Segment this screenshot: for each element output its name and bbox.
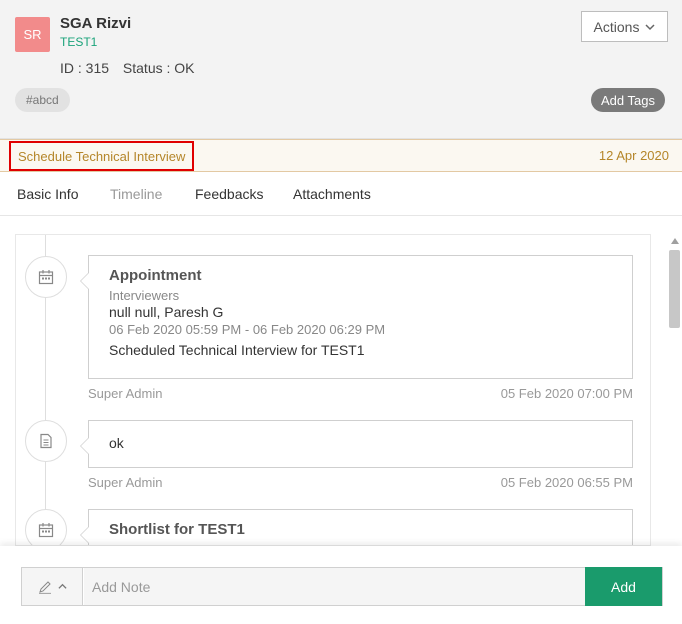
note-type-dropdown[interactable] xyxy=(22,568,83,605)
card-title: Appointment xyxy=(109,267,202,284)
stage-name[interactable]: Schedule Technical Interview xyxy=(9,141,195,171)
appointment-time-range: 06 Feb 2020 05:59 PM - 06 Feb 2020 06:29… xyxy=(109,322,386,337)
calendar-icon xyxy=(25,256,67,298)
tab-bar: Basic Info Timeline Feedbacks Attachment… xyxy=(0,172,682,216)
appointment-card: Appointment Interviewers null null, Pare… xyxy=(80,255,633,379)
tab-basic-info[interactable]: Basic Info xyxy=(17,186,78,202)
card-title: Shortlist for TEST1 xyxy=(109,521,245,538)
stage-date: 12 Apr 2020 xyxy=(598,148,669,163)
add-note-input[interactable] xyxy=(84,568,587,605)
candidate-name: SGA Rizvi xyxy=(60,15,132,32)
tag-chip[interactable]: #abcd xyxy=(15,88,70,112)
pencil-icon xyxy=(38,580,51,594)
interviewers-label: Interviewers xyxy=(109,288,180,303)
shortlist-card: Shortlist for TEST1 xyxy=(80,509,633,545)
candidate-header: SR SGA Rizvi TEST1 ID : 315 Status : OK … xyxy=(0,0,682,139)
chevron-up-icon xyxy=(57,583,67,589)
actions-button[interactable]: Actions xyxy=(581,11,668,42)
candidate-meta: ID : 315 Status : OK xyxy=(60,60,195,76)
note-card: ok xyxy=(80,420,633,468)
entry-timestamp: 05 Feb 2020 06:55 PM xyxy=(500,475,633,490)
add-note-bar: Add xyxy=(0,546,682,624)
timeline-feed: Appointment Interviewers null null, Pare… xyxy=(15,234,651,546)
candidate-subtitle: TEST1 xyxy=(60,35,98,49)
scroll-thumb[interactable] xyxy=(669,250,680,328)
add-tags-button[interactable]: Add Tags xyxy=(591,88,665,112)
document-icon xyxy=(25,420,67,462)
scroll-up-arrow[interactable] xyxy=(671,238,679,244)
entry-timestamp: 05 Feb 2020 07:00 PM xyxy=(500,386,633,401)
entry-footer: Super Admin 05 Feb 2020 07:00 PM xyxy=(88,386,633,401)
interviewers-value: null null, Paresh G xyxy=(109,304,224,320)
candidate-id: ID : 315 xyxy=(60,60,110,76)
tab-attachments[interactable]: Attachments xyxy=(293,186,371,202)
entry-author: Super Admin xyxy=(88,386,163,401)
add-note-button[interactable]: Add xyxy=(585,567,662,606)
note-input-group: Add xyxy=(21,567,663,606)
calendar-icon xyxy=(25,509,67,545)
actions-label: Actions xyxy=(593,18,640,35)
tab-timeline[interactable]: Timeline xyxy=(110,186,162,202)
entry-footer: Super Admin 05 Feb 2020 06:55 PM xyxy=(88,475,633,490)
appointment-description: Scheduled Technical Interview for TEST1 xyxy=(109,342,365,358)
candidate-status: Status : OK xyxy=(122,60,195,76)
entry-author: Super Admin xyxy=(88,475,163,490)
scrollbar[interactable] xyxy=(667,234,682,546)
tab-feedbacks[interactable]: Feedbacks xyxy=(195,186,263,202)
stage-bar: Schedule Technical Interview 12 Apr 2020 xyxy=(0,139,682,172)
avatar: SR xyxy=(15,17,50,52)
chevron-down-icon xyxy=(645,23,655,30)
note-text: ok xyxy=(109,435,124,451)
